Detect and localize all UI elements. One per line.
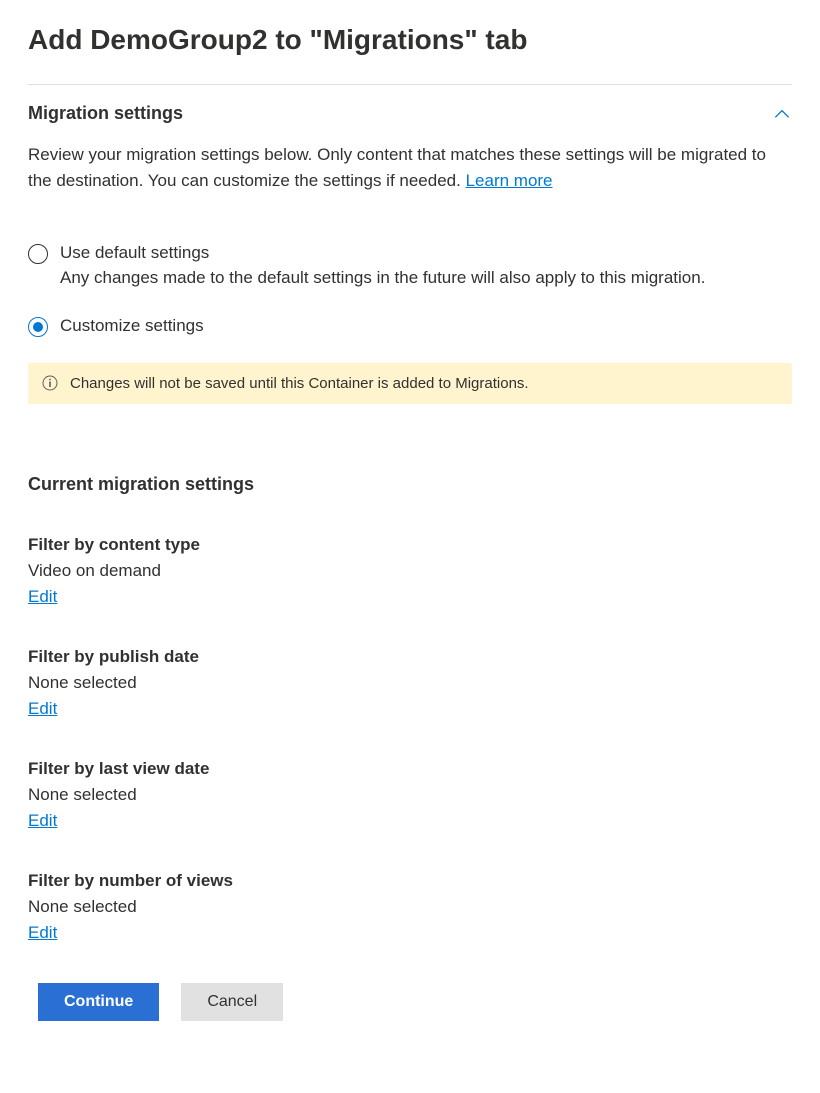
filter-label: Filter by last view date <box>28 759 792 779</box>
section-header: Migration settings <box>28 103 792 124</box>
radio-subtext: Any changes made to the default settings… <box>60 266 705 291</box>
continue-button[interactable]: Continue <box>38 983 159 1021</box>
filter-value: None selected <box>28 785 792 805</box>
filter-value: None selected <box>28 897 792 917</box>
radio-label: Use default settings <box>60 241 705 266</box>
cancel-button[interactable]: Cancel <box>181 983 283 1021</box>
current-settings-title: Current migration settings <box>28 474 792 495</box>
edit-link[interactable]: Edit <box>28 587 57 606</box>
filter-content-type: Filter by content type Video on demand E… <box>28 535 792 607</box>
info-bar: Changes will not be saved until this Con… <box>28 363 792 404</box>
info-icon <box>42 375 58 391</box>
filter-number-of-views: Filter by number of views None selected … <box>28 871 792 943</box>
radio-label: Customize settings <box>60 314 204 339</box>
section-title: Migration settings <box>28 103 183 124</box>
edit-link[interactable]: Edit <box>28 811 57 830</box>
divider <box>28 84 792 85</box>
filter-label: Filter by publish date <box>28 647 792 667</box>
filter-publish-date: Filter by publish date None selected Edi… <box>28 647 792 719</box>
customize-settings-radio[interactable]: Customize settings <box>28 314 792 339</box>
radio-indicator <box>28 317 48 337</box>
filter-label: Filter by number of views <box>28 871 792 891</box>
learn-more-link[interactable]: Learn more <box>466 171 553 190</box>
edit-link[interactable]: Edit <box>28 699 57 718</box>
page-title: Add DemoGroup2 to "Migrations" tab <box>28 24 792 56</box>
edit-link[interactable]: Edit <box>28 923 57 942</box>
filter-label: Filter by content type <box>28 535 792 555</box>
filter-last-view-date: Filter by last view date None selected E… <box>28 759 792 831</box>
filter-value: None selected <box>28 673 792 693</box>
section-description: Review your migration settings below. On… <box>28 142 792 193</box>
info-message: Changes will not be saved until this Con… <box>70 375 529 392</box>
action-buttons: Continue Cancel <box>38 983 792 1021</box>
settings-mode-radio-group: Use default settings Any changes made to… <box>28 241 792 339</box>
description-text: Review your migration settings below. On… <box>28 145 766 190</box>
filter-value: Video on demand <box>28 561 792 581</box>
use-default-settings-radio[interactable]: Use default settings Any changes made to… <box>28 241 792 290</box>
radio-indicator <box>28 244 48 264</box>
chevron-up-icon[interactable] <box>772 104 792 124</box>
